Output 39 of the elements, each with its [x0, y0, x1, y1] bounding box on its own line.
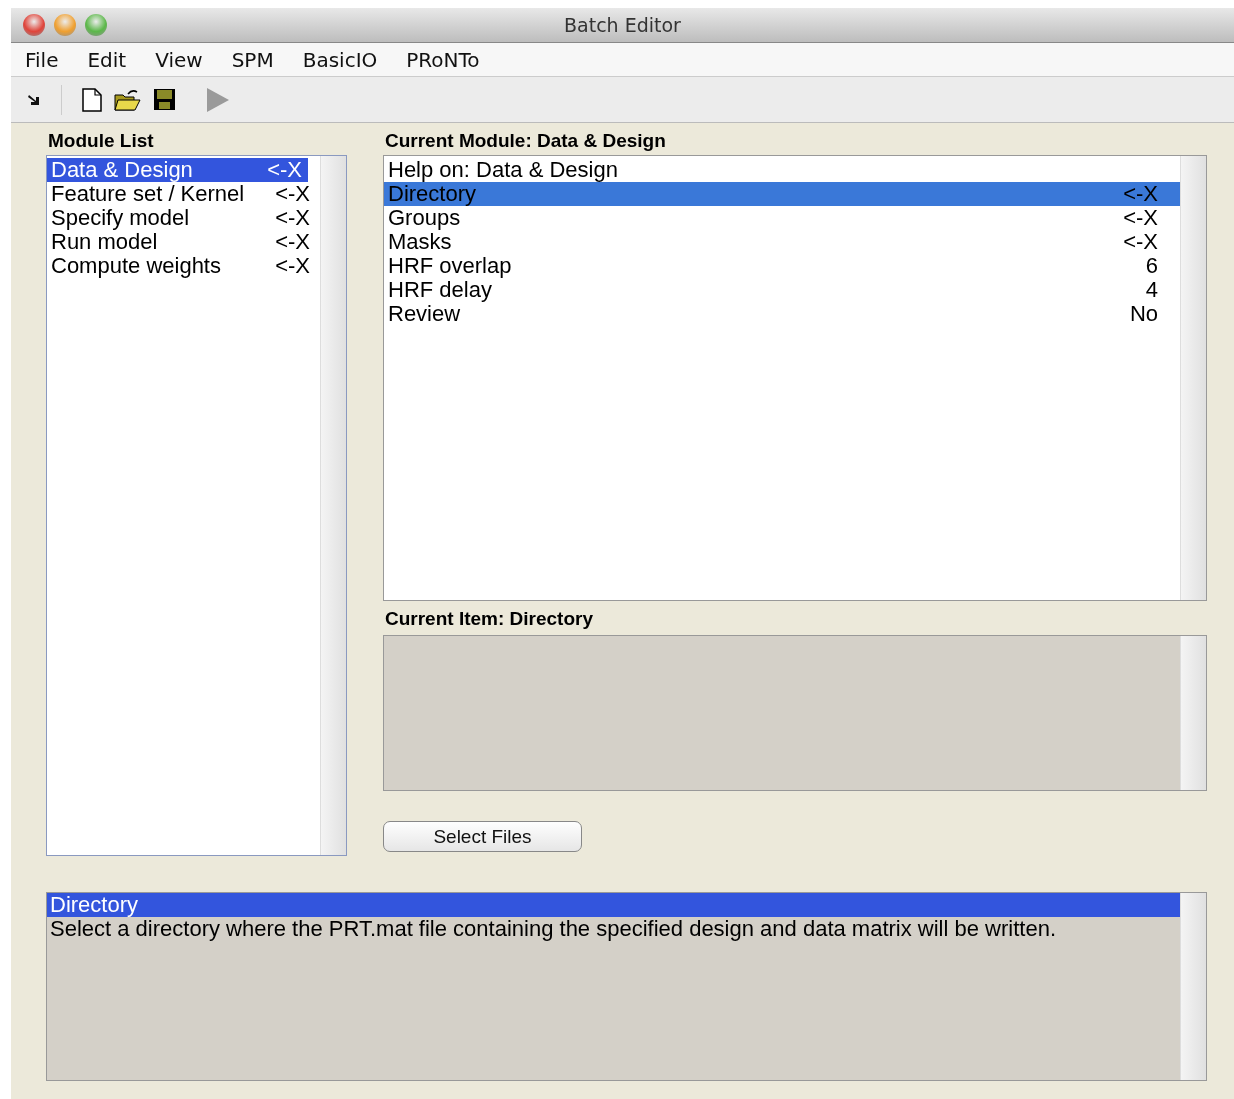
zoom-button[interactable]	[85, 14, 107, 36]
item-list[interactable]: Help on: Data & Design Directory <-X Groups <-X Masks <-X HRF overlap 6 HRF delay 4 Review No	[383, 155, 1207, 601]
panel-label: Current Module: Data & Design	[384, 129, 666, 153]
list-item[interactable]: Groups <-X	[384, 206, 1180, 230]
scrollbar[interactable]	[320, 156, 346, 855]
save-icon[interactable]	[153, 88, 176, 111]
list-item[interactable]: Directory <-X	[384, 182, 1180, 206]
list-item[interactable]: Feature set / Kernel <-X	[47, 182, 316, 206]
window-title: Batch Editor	[564, 14, 681, 36]
minimize-button[interactable]	[54, 14, 76, 36]
menu-item[interactable]: BasicIO	[302, 47, 378, 72]
new-file-icon[interactable]	[82, 87, 102, 112]
list-item[interactable]: Compute weights <-X	[47, 254, 316, 278]
list-item[interactable]: HRF delay 4	[384, 278, 1180, 302]
menu-item[interactable]: Edit	[87, 47, 127, 72]
list-item[interactable]: HRF overlap 6	[384, 254, 1180, 278]
close-button[interactable]	[23, 14, 45, 36]
list-item[interactable]: Masks <-X	[384, 230, 1180, 254]
list-item[interactable]: Help on: Data & Design	[384, 158, 1180, 182]
scrollbar[interactable]	[1180, 636, 1206, 790]
menu-item[interactable]: View	[155, 47, 203, 72]
help-text: Select a directory where the PRT.mat file containing the specified design and data matrix will be written.	[49, 917, 1057, 941]
run-icon[interactable]	[206, 86, 230, 113]
arrow-icon[interactable]	[27, 93, 41, 106]
scrollbar[interactable]	[1180, 156, 1206, 600]
list-item[interactable]: Run model <-X	[47, 230, 316, 254]
menu-item[interactable]: SPM	[231, 47, 274, 72]
panel-label: Current Item: Directory	[384, 607, 593, 631]
select-files-button[interactable]: Select Files	[383, 821, 582, 852]
scrollbar[interactable]	[1180, 893, 1206, 1080]
menu-item[interactable]: PRoNTo	[406, 47, 480, 72]
list-item[interactable]: Specify model <-X	[47, 206, 316, 230]
module-list[interactable]: Data & Design <-X Feature set / Kernel <-X Specify model <-X Run model <-X Compute weights <-X	[46, 155, 347, 856]
folder-icon[interactable]	[114, 88, 141, 111]
panel-label: Module List	[47, 129, 155, 153]
list-item[interactable]: Review No	[384, 302, 1180, 326]
menu-item[interactable]: File	[25, 47, 59, 72]
list-item[interactable]: Data & Design <-X	[47, 158, 308, 182]
help-title: Directory	[47, 893, 1180, 917]
